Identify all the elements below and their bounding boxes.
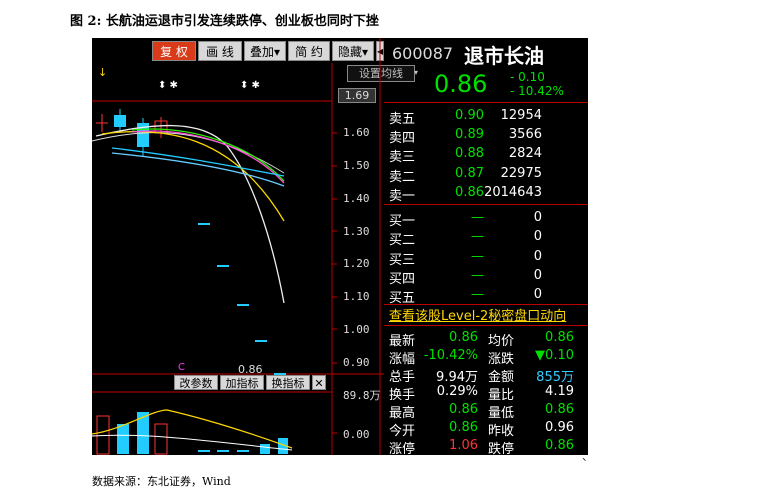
ask-row: 卖四 0.89 3566	[389, 127, 542, 146]
stat-row: 最新 0.86 均价 0.86	[389, 330, 574, 349]
bid-row: 买二 — 0	[389, 229, 542, 248]
y-tick: 1.00	[343, 323, 370, 336]
change-amount: - 0.10	[510, 70, 545, 84]
figure-caption: 图 2: 长航油运退市引发连续跌停、创业板也同时下挫	[70, 14, 379, 29]
y-tick: 1.50	[343, 159, 370, 172]
volume-bars	[96, 412, 288, 455]
close-icon[interactable]: ✕	[312, 375, 326, 390]
ask-row: 卖二 0.87 22975	[389, 166, 542, 185]
ask-row: 卖三 0.88 2824	[389, 146, 542, 165]
y-tick: 1.30	[343, 225, 370, 238]
stat-row: 今开 0.86 昨收 0.96	[389, 420, 574, 439]
y-tick: 1.10	[343, 290, 370, 303]
ask-row: 卖一 0.86 2014643	[389, 185, 542, 204]
trailing-mark: 、	[582, 450, 593, 463]
level2-link[interactable]: 查看该股Level-2秘密盘口动向	[389, 305, 566, 324]
stat-row: 换手 0.29% 量比 4.19	[389, 384, 574, 403]
bid-row: 买一 — 0	[389, 210, 542, 229]
add-indicator-button[interactable]: 加指标	[220, 375, 264, 390]
volume-top-value: 89.8万	[343, 389, 381, 402]
ask-row: 卖五 0.90 12954	[389, 108, 542, 127]
stock-app-screenshot: 复 权 画 线 叠加▾ 简 约 隐藏▾ ◀ ↓ ⬍ ✱ ⬍ ✱ 设置均线 ▾	[92, 38, 588, 455]
stat-row: 涨幅 -10.42% 涨跌 ▼0.10	[389, 348, 574, 367]
stat-row: 涨停 1.06 跌停 0.86	[389, 438, 574, 455]
last-price: 0.86	[434, 70, 488, 98]
bid-row: 买四 — 0	[389, 268, 542, 287]
change-percent: - 10.42%	[510, 84, 564, 98]
y-tick: 1.60	[343, 126, 370, 139]
event-marker[interactable]: C	[178, 362, 185, 373]
candles	[96, 109, 286, 375]
bid-row: 买五 — 0	[389, 287, 542, 306]
stat-row: 最高 0.86 量低 0.86	[389, 402, 574, 421]
y-tick: 0.90	[343, 356, 370, 369]
y-tick: 1.20	[343, 257, 370, 270]
stat-row: 总手 9.94万 金额 855万	[389, 370, 574, 385]
current-price-tag: 1.69	[338, 88, 376, 103]
quote-panel: 600087 退市长油 0.86 - 0.10 - 10.42% 卖五 0.90…	[384, 38, 588, 455]
change-param-button[interactable]: 改参数	[174, 375, 218, 390]
volume-bottom-value: 0.00	[343, 428, 370, 441]
stock-name: 退市长油	[464, 44, 544, 68]
y-tick: 1.40	[343, 192, 370, 205]
bid-row: 买三 — 0	[389, 249, 542, 268]
price-change: - 0.10 - 10.42%	[510, 70, 564, 98]
data-source: 数据来源：东北证券，Wind	[92, 475, 231, 488]
stock-code: 600087	[392, 44, 454, 63]
swap-indicator-button[interactable]: 换指标	[266, 375, 310, 390]
